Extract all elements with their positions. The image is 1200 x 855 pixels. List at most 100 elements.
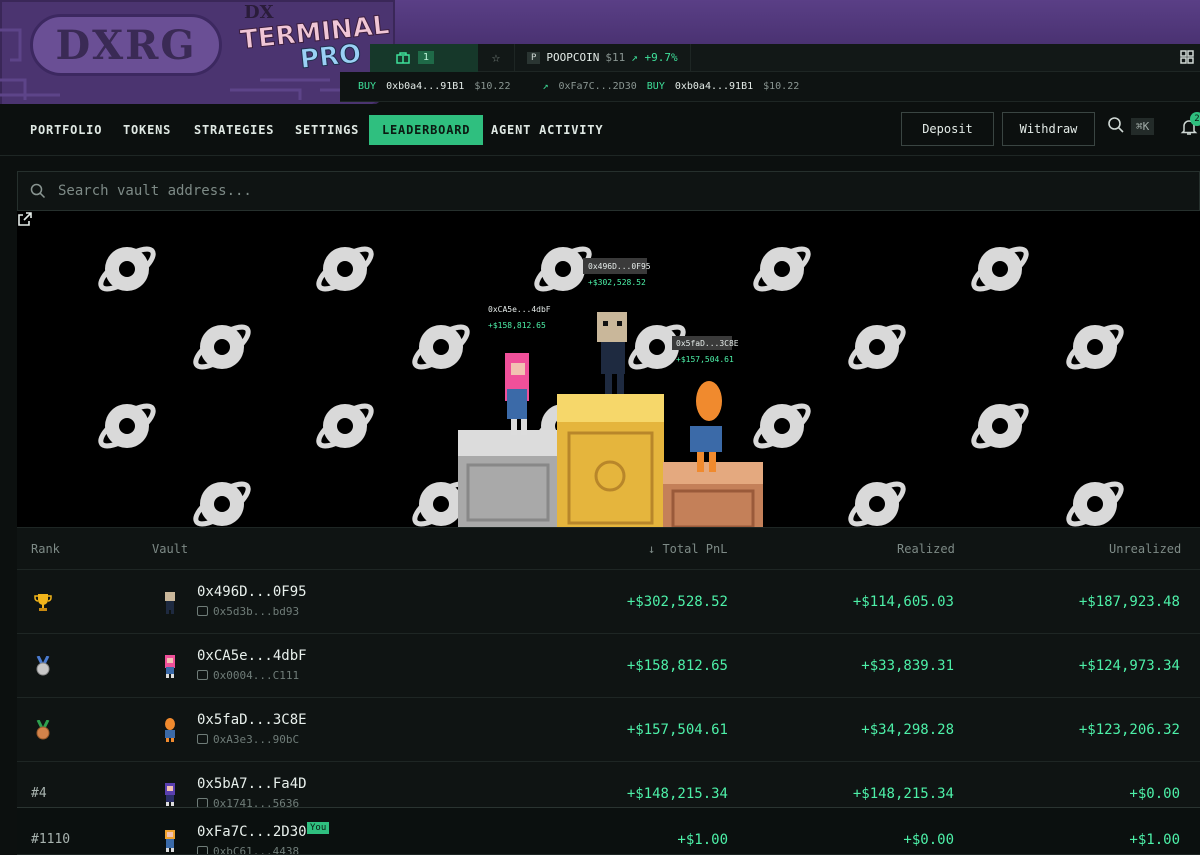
header-total-pnl[interactable]: ↓ Total PnL [648, 542, 727, 556]
notification-count: 2 [1190, 112, 1200, 126]
wallet-icon [197, 734, 208, 744]
total-pnl: +$158,812.65 [626, 658, 728, 674]
external-link-icon[interactable] [17, 211, 33, 227]
vault-address[interactable]: 0xFa7C...2D30 You [197, 822, 330, 840]
shortcut-hint: ⌘K [1131, 118, 1155, 135]
vault-search-input[interactable] [56, 182, 956, 200]
avatar [165, 718, 175, 742]
nav-tokens[interactable]: TOKENS [110, 115, 184, 145]
podium-first [557, 394, 664, 527]
vault-address[interactable]: 0x5bA7...Fa4D [197, 776, 307, 792]
vault-address-text: 0xFa7C...2D30 [197, 824, 307, 840]
coin-change: ↗ +9.7% [631, 51, 678, 64]
coin-change-value: +9.7% [644, 51, 678, 64]
character-first [597, 312, 627, 394]
table-row[interactable]: 0x496D...0F95 0x5d3b...bd93 +$302,528.52… [17, 570, 1200, 634]
search-icon[interactable] [1107, 116, 1125, 134]
nav-agent-activity[interactable]: AGENT ACTIVITY [478, 115, 616, 145]
vault-owner: 0xA3e3...90bC [213, 733, 300, 746]
grid-icon[interactable] [1180, 50, 1194, 64]
avatar [165, 655, 175, 678]
star-icon[interactable]: ☆ [478, 50, 514, 66]
podium-first-pnl: +$302,528.52 [588, 278, 646, 287]
podium-first-addr: 0x496D...0F95 [588, 262, 651, 271]
coin-name: POOPCOIN [546, 51, 600, 64]
terminal-pro-logo: DX TERMINAL PRO [236, 2, 391, 76]
vault-address[interactable]: 0x5faD...3C8E [197, 712, 307, 728]
tab-poopcoin[interactable]: P POOPCOIN $11 ↗ +9.7% [514, 43, 691, 72]
trophy-icon [34, 594, 52, 611]
rank-number: #4 [31, 786, 47, 801]
feed-amount: $10.22 [763, 81, 800, 92]
terminal-logo-dx: DX [244, 2, 274, 23]
realized-pnl: +$34,298.28 [861, 722, 954, 738]
podium-second-addr: 0xCA5e...4dbF [488, 305, 551, 314]
nav-leaderboard[interactable]: LEADERBOARD [369, 115, 484, 145]
terminal-logo-pro: PRO [298, 38, 363, 76]
total-pnl: +$157,504.61 [626, 722, 728, 738]
rank-number: #1110 [31, 832, 71, 847]
feed-addr[interactable]: 0xb0a4...91B1 [386, 81, 464, 92]
feed-side: BUY [646, 81, 665, 92]
table-header: Rank Vault ↓ Total PnL Realized Unrealiz… [17, 528, 1200, 570]
unrealized-pnl: +$124,973.34 [1078, 658, 1180, 674]
vault-address[interactable]: 0xCA5e...4dbF [197, 648, 307, 664]
table-row[interactable]: 0xCA5e...4dbF 0x0004...C111 +$158,812.65… [17, 634, 1200, 698]
tab-count: 1 [418, 51, 435, 64]
header-vault[interactable]: Vault [152, 542, 188, 556]
wallet-icon [197, 606, 208, 616]
total-pnl: +$302,528.52 [626, 594, 728, 610]
total-pnl: +$148,215.34 [626, 786, 728, 802]
feed-side: BUY [358, 81, 377, 92]
table-row[interactable]: #4 0x5bA7...Fa4D 0x1741...5636 +$148,215… [17, 762, 1200, 808]
realized-pnl: +$0.00 [903, 832, 954, 848]
token-tab-bar: 1 ☆ P POOPCOIN $11 ↗ +9.7% [370, 43, 1200, 72]
coin-price: $11 [605, 51, 626, 64]
header-unrealized[interactable]: Unrealized [1109, 542, 1181, 556]
unrealized-pnl: +$187,923.48 [1078, 594, 1180, 610]
your-row[interactable]: #1110 0xFa7C...2D30 You 0xbC61...4438 +$1… [17, 807, 1200, 855]
withdraw-button[interactable]: Withdraw [1002, 112, 1095, 146]
bronze-medal-icon [36, 720, 50, 740]
deposit-button[interactable]: Deposit [901, 112, 994, 146]
podium-stage: 0x496D...0F95 +$302,528.52 0xCA5e...4dbF… [17, 211, 1200, 527]
vault-owner: 0x5d3b...bd93 [213, 605, 300, 618]
main-nav: PORTFOLIO TOKENS STRATEGIES SETTINGS LEA… [0, 104, 1200, 156]
total-pnl: +$1.00 [677, 832, 728, 848]
coin-badge: P [527, 51, 541, 64]
search-icon [30, 183, 46, 199]
realized-pnl: +$33,839.31 [861, 658, 954, 674]
feed-addr[interactable]: 0xb0a4...91B1 [675, 81, 753, 92]
podium-illustration [17, 211, 1200, 527]
avatar [165, 783, 175, 806]
unrealized-pnl: +$123,206.32 [1078, 722, 1180, 738]
vault-address[interactable]: 0x496D...0F95 [197, 584, 307, 600]
trade-feed: BUY 0xb0a4...91B1 $10.22 ↗ 0xFa7C...2D30… [340, 72, 1200, 102]
vault-owner: 0x0004...C111 [213, 669, 300, 682]
header-realized[interactable]: Realized [897, 542, 955, 556]
you-badge: You [307, 822, 330, 834]
feed-amount: $10.22 [474, 81, 511, 92]
nav-portfolio[interactable]: PORTFOLIO [17, 115, 115, 145]
nav-strategies[interactable]: STRATEGIES [181, 115, 287, 145]
realized-pnl: +$148,215.34 [852, 786, 954, 802]
avatar [165, 830, 175, 852]
unrealized-pnl: +$1.00 [1129, 832, 1180, 848]
header-rank[interactable]: Rank [31, 542, 60, 556]
nav-settings[interactable]: SETTINGS [282, 115, 372, 145]
wallet-icon [197, 670, 208, 680]
character-third [690, 381, 722, 472]
vault-search [17, 171, 1200, 211]
leaderboard-table: Rank Vault ↓ Total PnL Realized Unrealiz… [17, 527, 1200, 855]
podium-third-addr: 0x5faD...3C8E [676, 339, 739, 348]
podium-third-pnl: +$157,504.61 [676, 355, 734, 364]
character-second [505, 353, 529, 435]
stack-icon [396, 51, 410, 64]
tab-group-button[interactable]: 1 [370, 43, 478, 72]
podium-second-pnl: +$158,812.65 [488, 321, 546, 330]
feed-from[interactable]: 0xFa7C...2D30 [559, 81, 637, 92]
avatar [165, 592, 175, 614]
dxrg-logo[interactable]: DXRG [30, 14, 222, 76]
arrow-up-right-icon: ↗ [542, 81, 549, 92]
table-row[interactable]: 0x5faD...3C8E 0xA3e3...90bC +$157,504.61… [17, 698, 1200, 762]
